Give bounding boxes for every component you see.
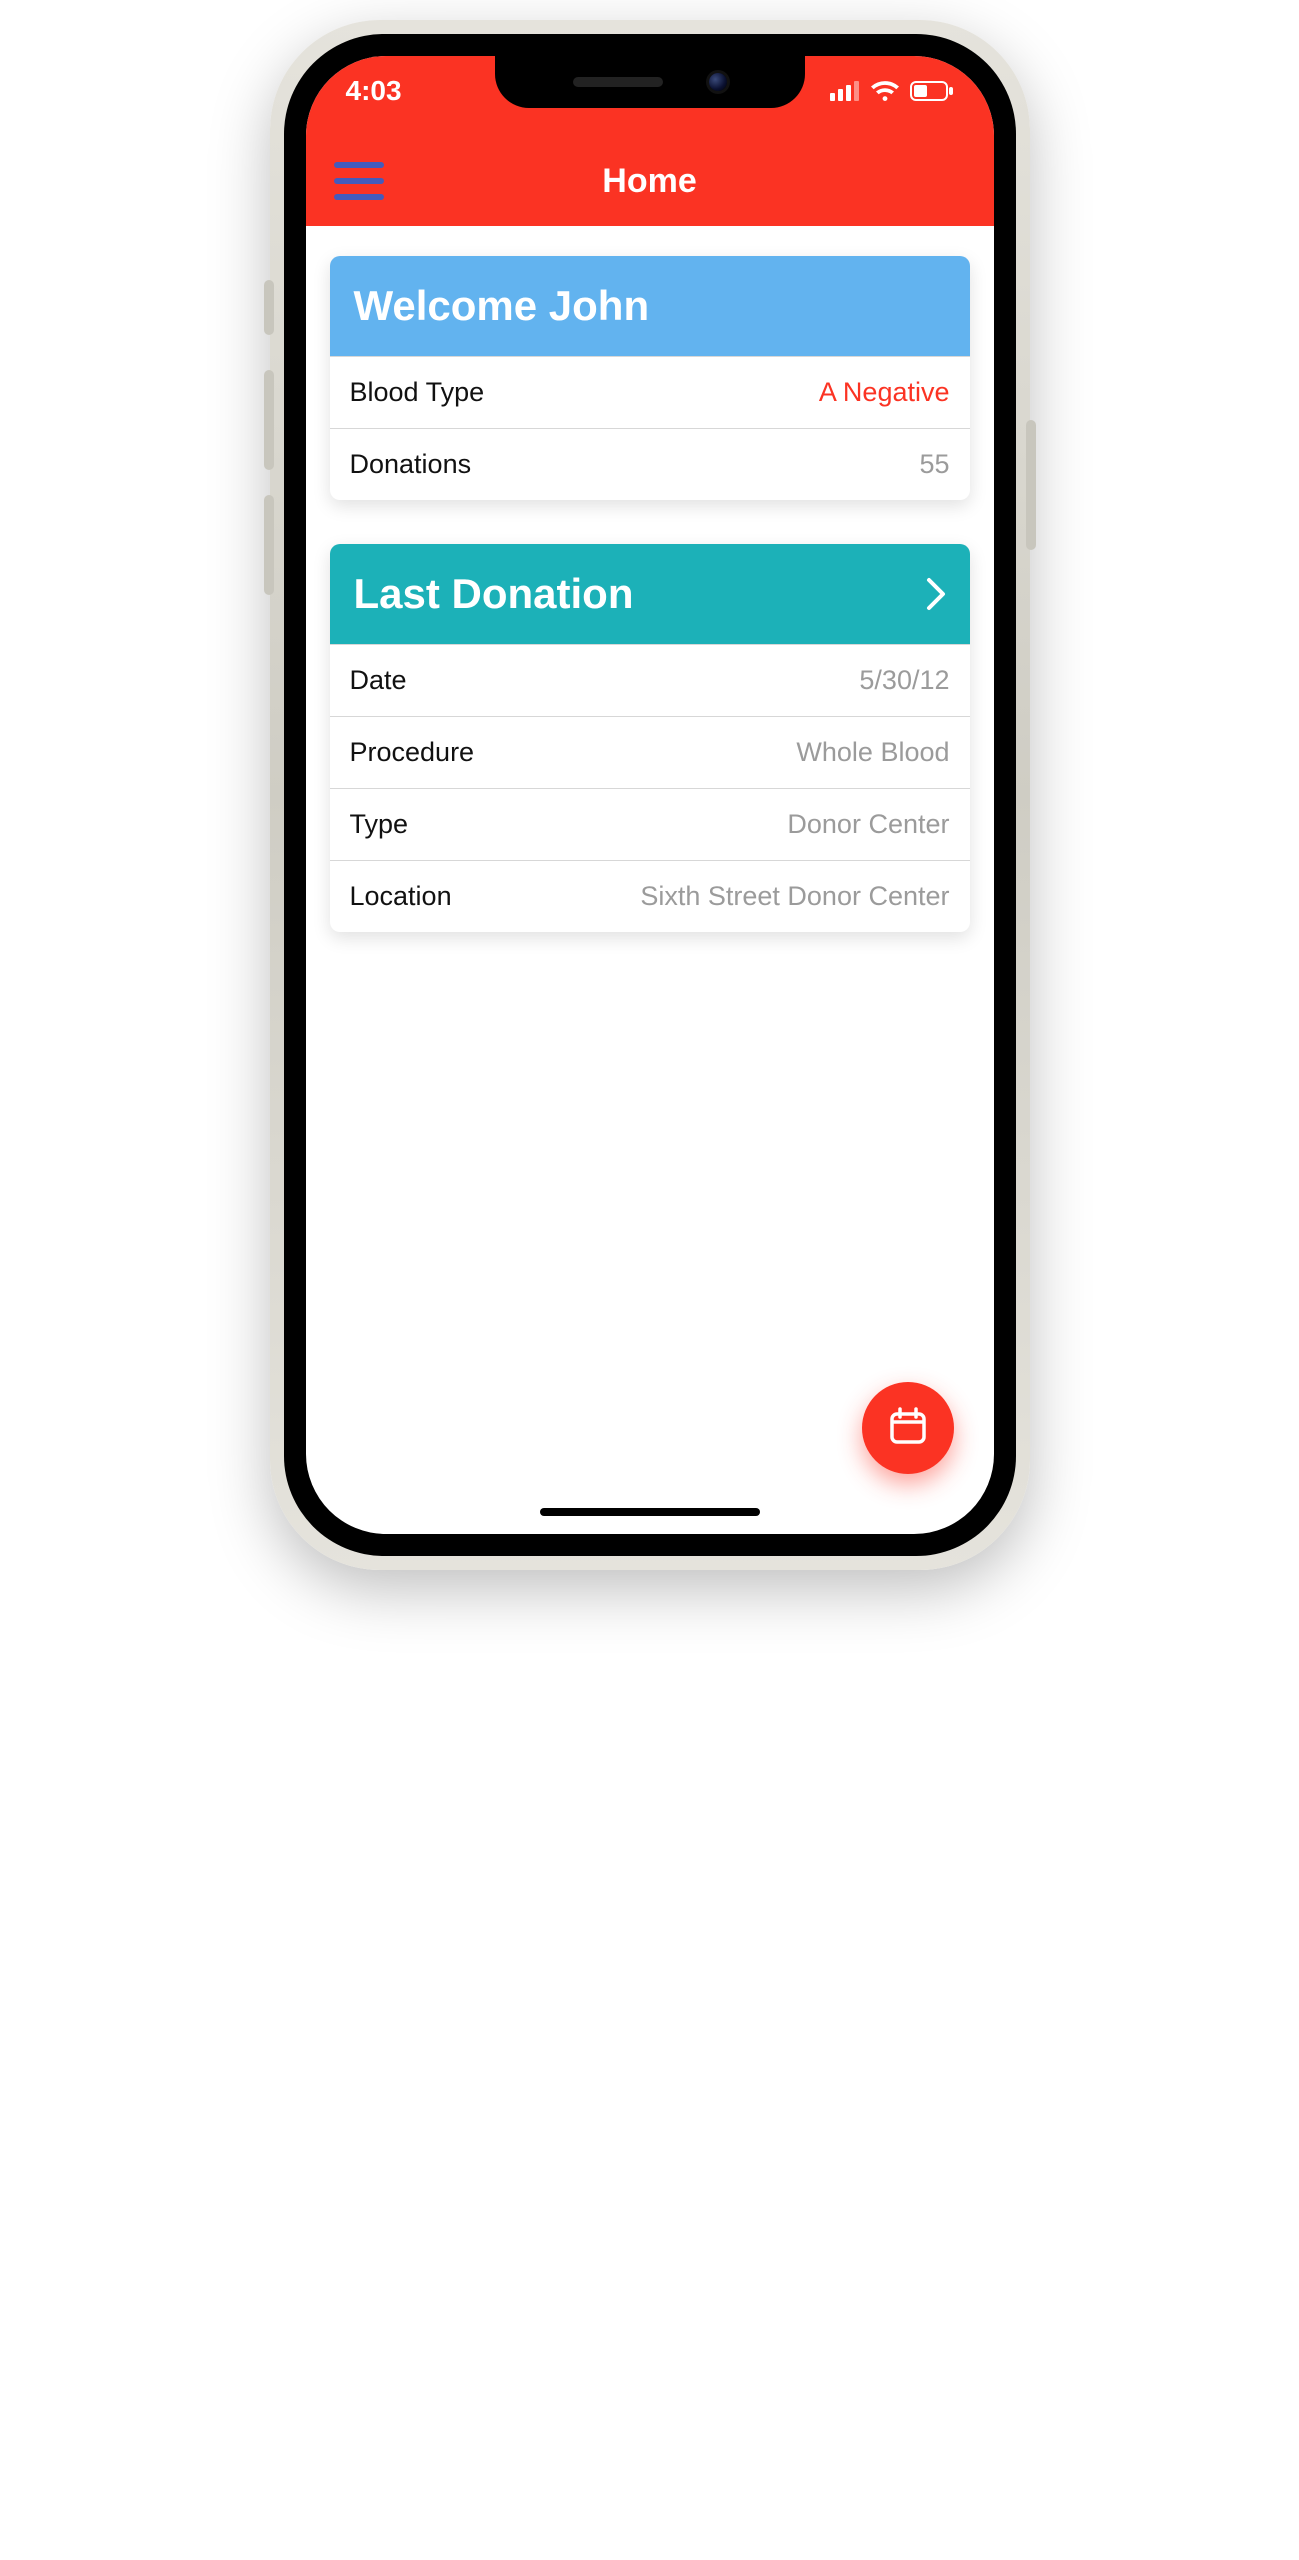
battery-icon — [910, 81, 954, 101]
cellular-icon — [830, 81, 860, 101]
phone-screen: 4:03 — [306, 56, 994, 1534]
notch — [495, 56, 805, 108]
status-time: 4:03 — [346, 75, 402, 107]
value-date: 5/30/12 — [859, 665, 949, 696]
earpiece-speaker — [573, 77, 663, 87]
menu-button[interactable] — [334, 162, 384, 200]
last-donation-title: Last Donation — [354, 570, 634, 618]
chevron-right-icon — [926, 577, 946, 611]
home-indicator[interactable] — [540, 1508, 760, 1516]
value-blood-type: A Negative — [819, 377, 950, 408]
last-donation-header[interactable]: Last Donation — [330, 544, 970, 644]
label-procedure: Procedure — [350, 737, 475, 768]
row-procedure: Procedure Whole Blood — [330, 716, 970, 788]
label-donations: Donations — [350, 449, 472, 480]
value-procedure: Whole Blood — [796, 737, 949, 768]
value-type: Donor Center — [787, 809, 949, 840]
nav-bar: Home — [306, 136, 994, 226]
row-type: Type Donor Center — [330, 788, 970, 860]
row-date: Date 5/30/12 — [330, 644, 970, 716]
volume-down-button — [264, 495, 274, 595]
label-location: Location — [350, 881, 452, 912]
row-blood-type: Blood Type A Negative — [330, 356, 970, 428]
row-location: Location Sixth Street Donor Center — [330, 860, 970, 932]
front-camera — [709, 73, 727, 91]
label-blood-type: Blood Type — [350, 377, 485, 408]
volume-up-button — [264, 370, 274, 470]
label-date: Date — [350, 665, 407, 696]
mute-switch — [264, 280, 274, 335]
status-icons — [830, 80, 954, 102]
page-title: Home — [602, 162, 696, 201]
welcome-card: Welcome John Blood Type A Negative Donat… — [330, 256, 970, 500]
label-type: Type — [350, 809, 409, 840]
hamburger-icon — [334, 162, 384, 168]
schedule-fab[interactable] — [862, 1382, 954, 1474]
content-area: Welcome John Blood Type A Negative Donat… — [306, 226, 994, 932]
phone-frame: 4:03 — [270, 20, 1030, 1570]
value-location: Sixth Street Donor Center — [640, 881, 949, 912]
welcome-title: Welcome John — [354, 282, 650, 330]
value-donations: 55 — [919, 449, 949, 480]
welcome-card-header: Welcome John — [330, 256, 970, 356]
row-donations: Donations 55 — [330, 428, 970, 500]
wifi-icon — [870, 80, 900, 102]
power-button — [1026, 420, 1036, 550]
calendar-icon — [887, 1405, 929, 1452]
last-donation-card: Last Donation Date 5/30/12 — [330, 544, 970, 932]
